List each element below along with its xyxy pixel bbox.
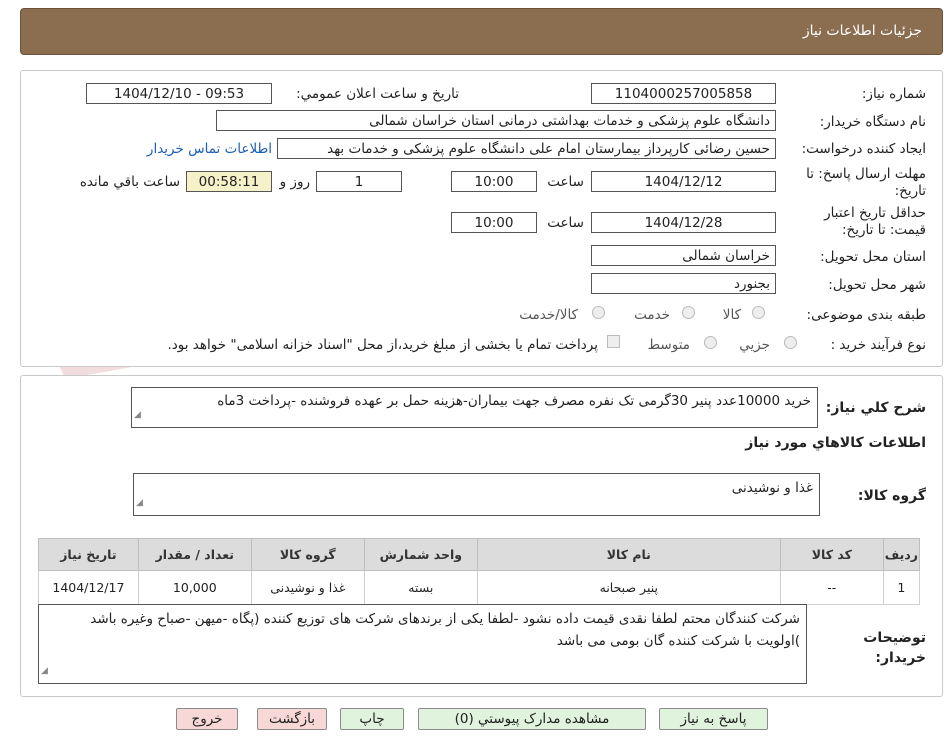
validity-time-field: 10:00 xyxy=(451,212,537,233)
process-radio-medium[interactable] xyxy=(704,336,717,349)
cell-item-name: پنیر صبحانه xyxy=(476,570,781,605)
summary-label: شرح کلي نياز: xyxy=(825,400,926,416)
city-label: شهر محل تحویل: xyxy=(828,277,926,293)
page-title: جزئیات اطلاعات نیاز xyxy=(802,23,922,39)
price-validity-label: حداقل تاريخ اعتبار قيمت: تا تاریخ: xyxy=(824,205,926,238)
cell-unit: بسته xyxy=(363,570,478,605)
buyer-contact-link[interactable]: اطلاعات تماس خريدار xyxy=(147,141,272,157)
goods-section-title: اطلاعات کالاهاي مورد نياز xyxy=(745,435,926,451)
resize-grip-icon[interactable]: ◢ xyxy=(41,660,48,682)
goods-group-textarea: غذا و نوشیدنی ◢ xyxy=(133,473,820,516)
buyer-notes-textarea: شرکت کنندگان محتم لطفا نقدی قیمت داده نش… xyxy=(38,604,807,684)
process-type-label: نوع فرآيند خريد : xyxy=(830,337,926,353)
summary-text: خرید 10000عدد پنیر 30گرمی تک نفره مصرف ج… xyxy=(217,393,811,409)
category-radio-goods[interactable] xyxy=(752,306,765,319)
city-field: بجنورد xyxy=(591,273,776,294)
table-header-row: رديف کد کالا نام کالا واحد شمارش گروه کا… xyxy=(38,538,921,571)
reply-date-field: 1404/12/12 xyxy=(591,171,776,192)
summary-textarea: خرید 10000عدد پنیر 30گرمی تک نفره مصرف ج… xyxy=(131,387,818,428)
announce-datetime-field: 1404/12/10 - 09:53 xyxy=(86,83,272,104)
reply-deadline-label: مهلت ارسال پاسخ: تا تاریخ: xyxy=(806,166,926,199)
days-label: روز و xyxy=(279,174,310,190)
reply-time-label: ساعت xyxy=(547,174,584,190)
col-header-quantity: تعداد / مقدار xyxy=(137,538,252,571)
announce-label: تاریخ و ساعت اعلان عمومي: xyxy=(296,86,459,102)
category-option-service: خدمت xyxy=(634,307,670,323)
reply-time-field: 10:00 xyxy=(451,171,537,192)
page-header: جزئیات اطلاعات نیاز xyxy=(20,8,943,55)
province-label: استان محل تحویل: xyxy=(820,249,926,265)
exit-button[interactable]: خروج xyxy=(176,708,238,730)
reply-button[interactable]: پاسخ به نياز xyxy=(659,708,768,730)
col-header-group: گروه کالا xyxy=(250,538,365,571)
process-option-medium: متوسط xyxy=(647,337,690,353)
col-header-need-date: تاريخ نياز xyxy=(38,538,139,571)
validity-time-label: ساعت xyxy=(547,215,584,231)
cell-item-code: -- xyxy=(779,570,884,605)
creator-label: ايجاد کننده درخواست: xyxy=(801,141,926,157)
resize-grip-icon[interactable]: ◢ xyxy=(134,404,141,426)
need-number-field: 1104000257005858 xyxy=(591,83,776,104)
category-option-goods-service: کالا/خدمت xyxy=(519,307,578,323)
cell-need-date: 1404/12/17 xyxy=(38,570,139,605)
remaining-label: ساعت باقي مانده xyxy=(79,174,180,190)
col-header-item-name: نام کالا xyxy=(476,538,781,571)
treasury-payment-note: پرداخت تمام یا بخشی از مبلغ خرید،از محل … xyxy=(167,337,598,353)
print-button[interactable]: چاپ xyxy=(340,708,404,730)
remaining-time-field: 00:58:11 xyxy=(186,171,272,192)
validity-date-field: 1404/12/28 xyxy=(591,212,776,233)
cell-quantity: 10,000 xyxy=(137,570,252,605)
need-number-label: شماره نیاز: xyxy=(861,86,926,102)
cell-row-number: 1 xyxy=(882,570,921,605)
category-label: طبقه بندی موضوعی: xyxy=(806,307,926,323)
view-attachments-button[interactable]: مشاهده مدارک پيوستي (0) xyxy=(418,708,646,730)
table-row: 1 -- پنیر صبحانه بسته غذا و نوشیدنی 10,0… xyxy=(38,570,921,605)
category-radio-service[interactable] xyxy=(682,306,695,319)
resize-grip-icon[interactable]: ◢ xyxy=(136,492,143,514)
buyer-notes-label: توضيحات خريدار: xyxy=(863,630,926,666)
buyer-org-label: نام دستگاه خريدار: xyxy=(819,114,926,130)
buyer-org-field: دانشگاه علوم پزشکی و خدمات بهداشتی درمان… xyxy=(216,110,776,131)
goods-group-label: گروه کالا: xyxy=(857,488,926,504)
category-option-goods: کالا xyxy=(722,307,741,323)
category-radio-goods-service[interactable] xyxy=(592,306,605,319)
buyer-notes-text: شرکت کنندگان محتم لطفا نقدی قیمت داده نش… xyxy=(90,611,800,649)
creator-field: حسین رضائی کارپرداز بیمارستان امام علی د… xyxy=(277,138,776,159)
process-radio-minor[interactable] xyxy=(784,336,797,349)
goods-table: رديف کد کالا نام کالا واحد شمارش گروه کا… xyxy=(38,538,921,605)
col-header-unit: واحد شمارش xyxy=(363,538,478,571)
col-header-item-code: کد کالا xyxy=(779,538,884,571)
back-button[interactable]: بازگشت xyxy=(257,708,327,730)
treasury-payment-checkbox[interactable] xyxy=(607,335,620,348)
goods-group-value: غذا و نوشیدنی xyxy=(731,480,813,496)
remaining-days-field: 1 xyxy=(316,171,402,192)
col-header-row-number: رديف xyxy=(882,538,921,571)
province-field: خراسان شمالی xyxy=(591,245,776,266)
process-option-minor: جزیي xyxy=(739,337,770,353)
cell-group: غذا و نوشیدنی xyxy=(250,570,365,605)
